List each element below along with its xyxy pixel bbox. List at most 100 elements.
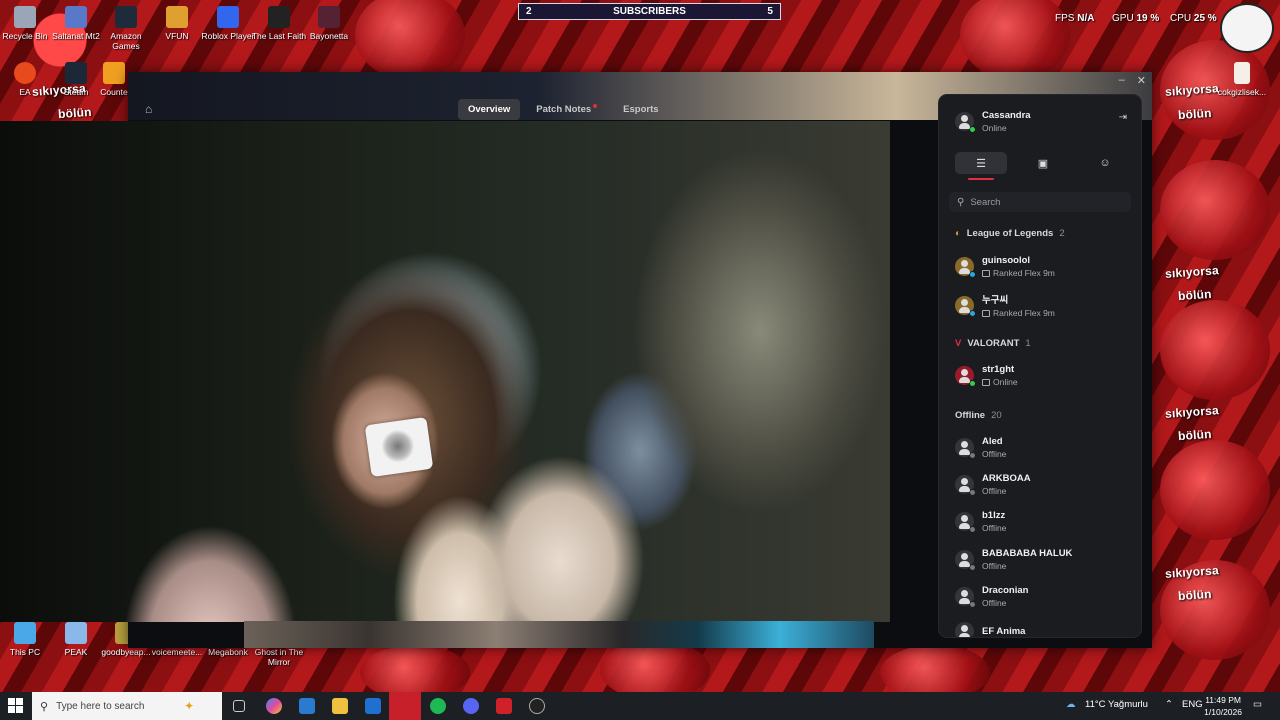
valorant-icon: V [955, 338, 962, 349]
desktop-icon-counter[interactable]: Counte [96, 62, 132, 97]
subscribers-bar: 2 SUBSCRIBERS 5 [518, 3, 781, 20]
desktop-icon-cokgizlisek[interactable]: cokgizlisek... [1212, 62, 1272, 97]
game-icon [982, 270, 990, 277]
my-status: Online [982, 123, 1007, 133]
offline-status-icon [969, 489, 976, 496]
wallpaper-text: bölün [1177, 286, 1213, 304]
search-highlight-icon: ✦ [184, 699, 195, 713]
ea-icon [14, 62, 36, 84]
friend-row[interactable]: EF Anima [955, 622, 1025, 637]
ingame-status-icon [969, 271, 976, 278]
ingame-status-icon [969, 309, 976, 317]
taskbar: ⚲ ✦ ☁ 11°C Yağmurlu ⌃ ENG 11:49 PM 1/10/… [0, 692, 1280, 720]
friend-row[interactable]: b1lzz Offline [955, 510, 1006, 533]
riot-logo-icon[interactable]: ⌂ [145, 102, 162, 116]
fps-readout: FPS N/A [1055, 13, 1095, 24]
friend-row[interactable]: Draconian Offline [955, 585, 1028, 608]
counter-icon [103, 62, 125, 84]
friend-row[interactable]: ARKBOAA Offline [955, 473, 1031, 496]
taskbar-search-input[interactable] [56, 700, 177, 712]
search-icon: ⚲ [40, 700, 49, 713]
game-icon [982, 310, 990, 317]
weather-icon: ☁ [1066, 699, 1076, 710]
friend-row[interactable]: guinsoolol Ranked Flex 9m [955, 255, 1055, 278]
vfun-icon [166, 6, 188, 28]
weather-text[interactable]: 11°C Yağmurlu [1085, 699, 1148, 710]
file-explorer-icon[interactable] [332, 698, 348, 714]
friend-row[interactable]: str1ght Online [955, 364, 1018, 387]
streamer-avatar-icon [1220, 3, 1274, 53]
tray-chevron-icon[interactable]: ⌃ [1165, 699, 1173, 710]
messages-tab[interactable]: ▣ [1017, 152, 1069, 174]
subscribers-label: SUBSCRIBERS [613, 6, 686, 17]
store-icon[interactable] [299, 698, 315, 714]
close-button[interactable]: ✕ [1137, 74, 1146, 87]
wallpaper-text: bölün [1177, 426, 1213, 444]
group-header-offline[interactable]: Offline 20 [955, 410, 1002, 421]
game-icon [982, 379, 990, 386]
roblox-icon [217, 6, 239, 28]
subscribers-current: 2 [526, 6, 532, 17]
discord-icon[interactable] [463, 698, 479, 714]
computer-icon [14, 622, 36, 644]
avatar [955, 587, 976, 608]
minimize-button[interactable]: – [1119, 74, 1125, 87]
offline-status-icon [969, 526, 976, 533]
friend-row[interactable]: 누구씨 Ranked Flex 9m [955, 292, 1055, 318]
my-name: Cassandra [982, 110, 1031, 121]
clock[interactable]: 11:49 PM 1/10/2026 [1204, 694, 1242, 718]
active-tab-indicator [968, 178, 994, 180]
tab-overview[interactable]: Overview [458, 99, 521, 120]
avatar [955, 475, 976, 496]
offline-status-icon [969, 636, 976, 637]
desktop-icon-bayonetta[interactable]: Bayonetta [299, 6, 359, 41]
notification-icon[interactable]: ▭ [1253, 699, 1262, 710]
add-friend-icon: ☺ [1099, 157, 1111, 169]
tab-esports[interactable]: Esports [613, 99, 668, 120]
my-profile[interactable]: Cassandra Online [955, 110, 1031, 133]
notification-dot [593, 104, 598, 108]
riot-client-icon[interactable] [496, 698, 512, 714]
copilot-icon[interactable] [266, 698, 282, 714]
chat-icon: ▣ [1037, 157, 1049, 170]
wallpaper-text: bölün [57, 104, 93, 122]
active-app-highlight[interactable] [389, 692, 421, 720]
avatar [955, 512, 976, 533]
wallpaper-text: sıkıyorsa [1164, 263, 1220, 281]
spotify-icon[interactable] [430, 698, 446, 714]
search-input[interactable] [970, 196, 1121, 208]
taskbar-search[interactable]: ⚲ ✦ [32, 692, 222, 720]
friend-row[interactable]: Aled Offline [955, 436, 1006, 459]
friends-list-tab[interactable]: ☰ [955, 152, 1007, 174]
add-friend-tab[interactable]: ☺ [1079, 152, 1131, 174]
avatar [955, 438, 976, 459]
window-controls: – ✕ [1119, 74, 1146, 87]
avatar [955, 622, 976, 637]
windows-start-icon[interactable] [8, 698, 23, 713]
task-view-icon[interactable] [233, 700, 245, 712]
peak-icon [65, 622, 87, 644]
list-icon: ☰ [976, 157, 986, 170]
cpu-readout: CPU 25 % [1170, 13, 1217, 24]
avatar [955, 112, 976, 133]
group-header-valorant[interactable]: V VALORANT 1 [955, 338, 1031, 349]
recycle-bin-icon [14, 6, 36, 28]
friends-panel: Cassandra Online ⇥ ☰ ▣ ☺ ⚲ ◐ League of L… [939, 95, 1141, 637]
search-icon: ⚲ [957, 196, 965, 208]
subscribers-goal: 5 [767, 6, 773, 17]
wallpaper-text: bölün [1177, 586, 1213, 604]
gpu-readout: GPU 19 % [1112, 13, 1160, 24]
collapse-panel-icon[interactable]: ⇥ [1119, 112, 1127, 123]
obs-icon[interactable] [529, 698, 545, 714]
language-indicator[interactable]: ENG [1182, 699, 1203, 710]
mail-icon[interactable] [365, 698, 381, 714]
the-last-faith-icon [268, 6, 290, 28]
saltanat-icon [65, 6, 87, 28]
group-header-lol[interactable]: ◐ League of Legends 2 [955, 228, 1065, 239]
friend-search[interactable]: ⚲ [949, 192, 1131, 212]
avatar [955, 257, 976, 278]
file-icon [1234, 62, 1250, 84]
friend-row[interactable]: BABABABA HALUK Offline [955, 548, 1072, 571]
held-card-image [364, 416, 434, 478]
tab-patch-notes[interactable]: Patch Notes [526, 99, 607, 120]
